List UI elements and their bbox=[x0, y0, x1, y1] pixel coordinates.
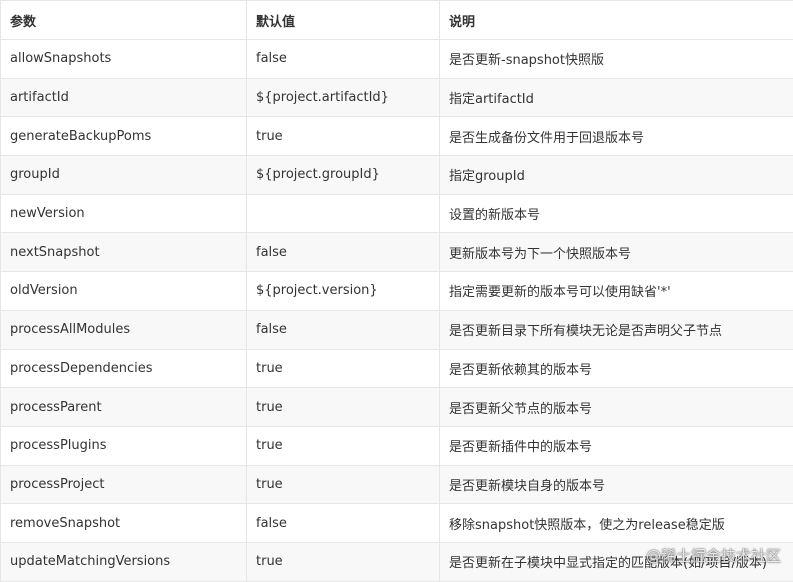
cell-default-value: false bbox=[247, 310, 440, 349]
cell-default-value: false bbox=[247, 504, 440, 543]
cell-default-value: ${project.groupId} bbox=[247, 156, 440, 195]
table-row: nextSnapshotfalse更新版本号为下一个快照版本号 bbox=[1, 233, 793, 272]
cell-description: 移除snapshot快照版本，使之为release稳定版 bbox=[440, 504, 793, 543]
cell-default-value: false bbox=[247, 233, 440, 272]
cell-param: oldVersion bbox=[1, 272, 247, 311]
cell-default-value bbox=[247, 194, 440, 233]
cell-param: artifactId bbox=[1, 78, 247, 117]
cell-default-value: ${project.artifactId} bbox=[247, 78, 440, 117]
cell-param: groupId bbox=[1, 156, 247, 195]
cell-description: 是否更新父节点的版本号 bbox=[440, 388, 793, 427]
cell-param: processParent bbox=[1, 388, 247, 427]
cell-default-value: ${project.version} bbox=[247, 272, 440, 311]
cell-param: processPlugins bbox=[1, 426, 247, 465]
cell-param: newVersion bbox=[1, 194, 247, 233]
cell-param: processProject bbox=[1, 465, 247, 504]
cell-default-value: true bbox=[247, 542, 440, 581]
cell-description: 是否更新模块自身的版本号 bbox=[440, 465, 793, 504]
cell-description: 是否更新目录下所有模块无论是否声明父子节点 bbox=[440, 310, 793, 349]
parameters-table: 参数 默认值 说明 allowSnapshotsfalse是否更新-snapsh… bbox=[0, 0, 793, 582]
cell-param: updateMatchingVersions bbox=[1, 542, 247, 581]
table-row: groupId${project.groupId}指定groupId bbox=[1, 156, 793, 195]
cell-description: 指定groupId bbox=[440, 156, 793, 195]
cell-default-value: false bbox=[247, 40, 440, 79]
cell-description: 是否更新插件中的版本号 bbox=[440, 426, 793, 465]
table-row: processDependenciestrue是否更新依赖其的版本号 bbox=[1, 349, 793, 388]
cell-param: allowSnapshots bbox=[1, 40, 247, 79]
cell-default-value: true bbox=[247, 426, 440, 465]
cell-param: nextSnapshot bbox=[1, 233, 247, 272]
watermark-logo: @稀土掘金技术社区 bbox=[646, 545, 781, 566]
table-row: processParenttrue是否更新父节点的版本号 bbox=[1, 388, 793, 427]
cell-param: processAllModules bbox=[1, 310, 247, 349]
cell-default-value: true bbox=[247, 388, 440, 427]
cell-param: processDependencies bbox=[1, 349, 247, 388]
table-row: processPluginstrue是否更新插件中的版本号 bbox=[1, 426, 793, 465]
table-row: processProjecttrue是否更新模块自身的版本号 bbox=[1, 465, 793, 504]
header-param: 参数 bbox=[1, 1, 247, 40]
cell-default-value: true bbox=[247, 349, 440, 388]
table-row: oldVersion${project.version}指定需要更新的版本号可以… bbox=[1, 272, 793, 311]
cell-default-value: true bbox=[247, 465, 440, 504]
cell-default-value: true bbox=[247, 117, 440, 156]
header-description: 说明 bbox=[440, 1, 793, 40]
table-row: generateBackupPomstrue是否生成备份文件用于回退版本号 bbox=[1, 117, 793, 156]
cell-description: 指定artifactId bbox=[440, 78, 793, 117]
cell-description: 是否生成备份文件用于回退版本号 bbox=[440, 117, 793, 156]
table-row: artifactId${project.artifactId}指定artifac… bbox=[1, 78, 793, 117]
cell-description: 是否更新-snapshot快照版 bbox=[440, 40, 793, 79]
header-default-value: 默认值 bbox=[247, 1, 440, 40]
cell-param: removeSnapshot bbox=[1, 504, 247, 543]
table-row: newVersion 设置的新版本号 bbox=[1, 194, 793, 233]
cell-param: generateBackupPoms bbox=[1, 117, 247, 156]
table-row: allowSnapshotsfalse是否更新-snapshot快照版 bbox=[1, 40, 793, 79]
cell-description: 指定需要更新的版本号可以使用缺省'*' bbox=[440, 272, 793, 311]
table-row: removeSnapshotfalse移除snapshot快照版本，使之为rel… bbox=[1, 504, 793, 543]
table-row: processAllModulesfalse是否更新目录下所有模块无论是否声明父… bbox=[1, 310, 793, 349]
cell-description: 更新版本号为下一个快照版本号 bbox=[440, 233, 793, 272]
cell-description: 设置的新版本号 bbox=[440, 194, 793, 233]
cell-description: 是否更新依赖其的版本号 bbox=[440, 349, 793, 388]
table-header-row: 参数 默认值 说明 bbox=[1, 1, 793, 40]
